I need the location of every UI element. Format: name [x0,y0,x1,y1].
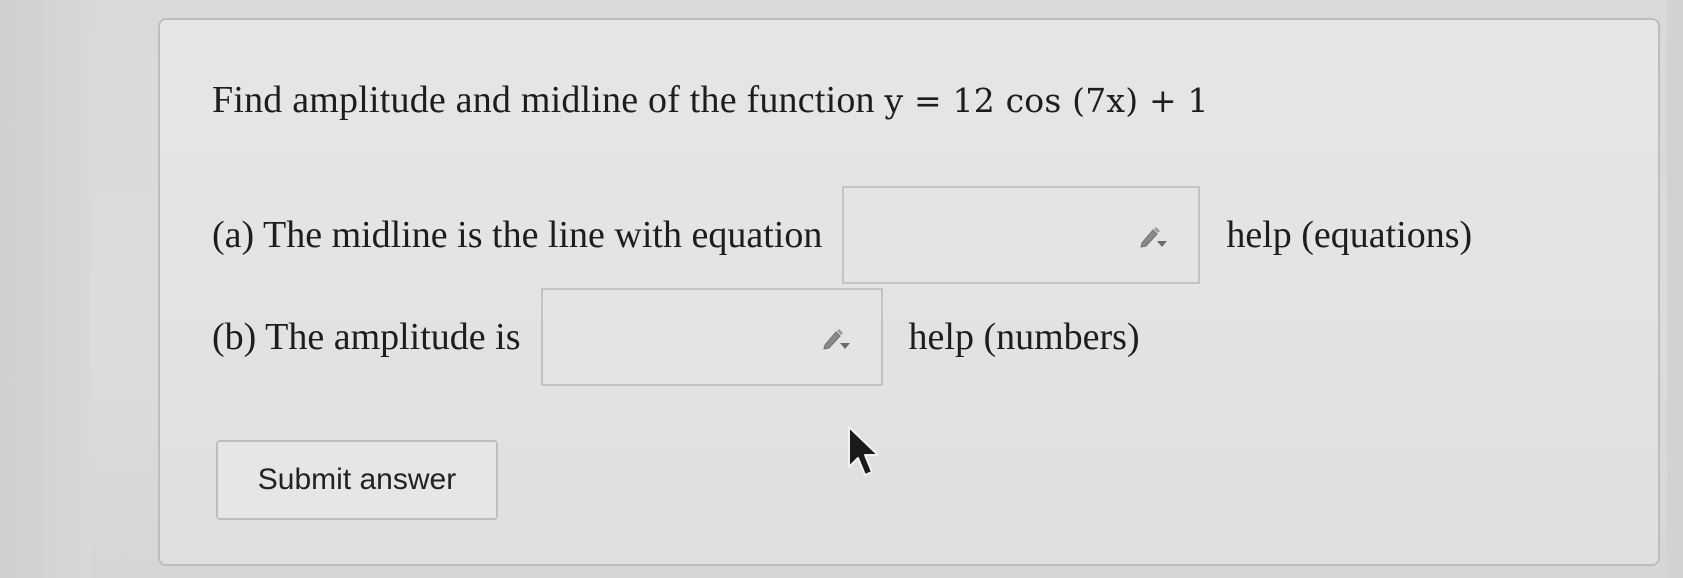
question-text: Find amplitude and midline of the functi… [212,78,1209,122]
background-edge [0,0,90,578]
amplitude-answer-input[interactable] [540,288,883,386]
submit-answer-button[interactable]: Submit answer [216,440,498,520]
background-edge-right [1667,0,1683,578]
help-numbers-link[interactable]: help (numbers) [909,315,1140,359]
function-math: y = 12 cos (7x) + 1 [884,81,1209,120]
midline-answer-input[interactable] [842,186,1201,284]
pencil-icon[interactable] [1138,224,1168,250]
function-expression: y = 12 cos (7x) + 1 [884,81,1208,120]
question-prefix: Find amplitude and midline of the functi… [212,79,875,121]
help-equations-link[interactable]: help (equations) [1226,213,1472,257]
part-a-label: (a) The midline is the line with equatio… [212,214,823,256]
part-b-label: (b) The amplitude is [212,316,521,358]
part-b-row: (b) The amplitude is help (numbers) [212,288,1140,386]
question-panel: Find amplitude and midline of the functi… [158,18,1660,566]
mouse-cursor-icon [848,426,879,476]
pencil-icon[interactable] [821,326,851,352]
part-a-row: (a) The midline is the line with equatio… [212,186,1472,284]
